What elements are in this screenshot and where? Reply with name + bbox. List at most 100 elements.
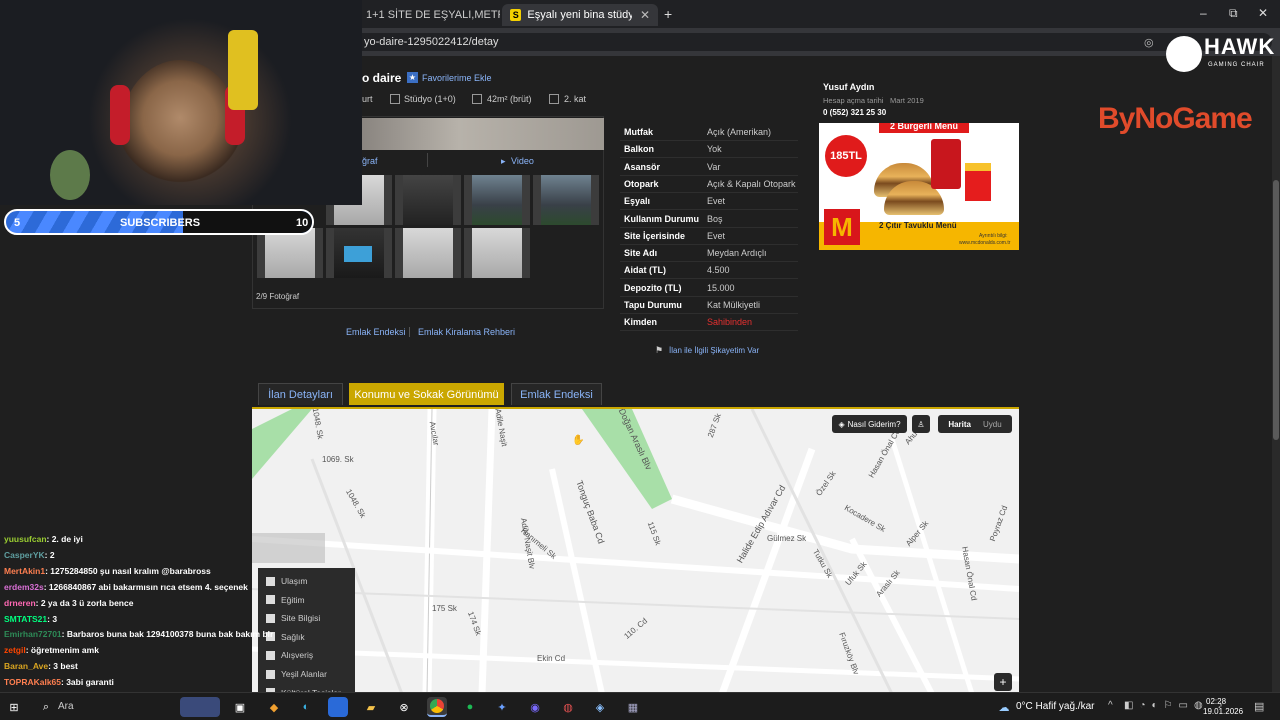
chat-text: : 2 [44,549,55,560]
add-favorite-link[interactable]: Favorilerime Ekle [422,73,492,83]
street-label: Ekin Cd [537,654,566,663]
legend-item[interactable]: Eğitim [266,595,305,605]
photo-thumbnail[interactable] [464,175,530,225]
chat-username[interactable]: MertAkin1 [4,566,45,576]
taskbar-search-input[interactable]: Ara [58,701,74,712]
tab-1[interactable]: 1+1 SİTE DE EŞYALI,METROBÜS ✕ [358,4,500,26]
chat-username[interactable]: CasperYK [4,550,45,560]
legend-item[interactable]: Ulaşım [266,576,307,586]
search-icon[interactable]: ⌕ [36,697,56,717]
detail-row: Kullanım Durumu Boş [620,211,798,228]
star-icon[interactable]: ★ [407,72,418,83]
edge-icon[interactable]: ◐ [296,697,316,717]
spotify-icon[interactable]: ● [460,697,480,717]
store-icon[interactable] [328,697,348,717]
sahibinden-favicon-icon: S [510,9,522,21]
chat-username[interactable]: TOPRAKalk65 [4,677,61,687]
xbox-icon[interactable]: ⊗ [394,697,414,717]
chat-username[interactable]: Emirhan72701 [4,629,62,639]
checkbox[interactable] [266,650,275,660]
headphone-image [110,85,130,145]
checkbox[interactable] [266,613,275,623]
street-view-pegman-icon[interactable]: ♙ [912,415,930,433]
directions-button[interactable]: ◈ Nasıl Giderim? [832,415,907,433]
tab-location-street-view[interactable]: Konumu ve Sokak Görünümü [349,383,504,405]
detail-key: Site İçerisinde [624,230,686,241]
tray-chevron-icon[interactable]: ^ [1108,700,1113,711]
chat-text: : Barbaros buna bak 1294100378 buna bak … [61,629,274,640]
chrome-icon[interactable] [427,697,447,717]
legend-item[interactable]: Alışveriş [266,650,313,660]
chat-text: : 1275284850 şu nasıl kralım @barabross [45,565,211,576]
map-type-satellite[interactable]: Uydu [983,420,1002,429]
tab-emlak-endeksi[interactable]: Emlak Endeksi [511,383,602,405]
video-tab[interactable]: Video [511,156,534,166]
emlak-endeksi-link[interactable]: Emlak Endeksi [346,327,406,337]
photo-thumbnail[interactable] [395,175,461,225]
scrollbar-thumb[interactable] [1273,180,1279,440]
chat-message: yuusufcan: 2. de iyi [4,534,83,544]
chat-username[interactable]: SMTATS21 [4,614,47,624]
chat-username[interactable]: zetgil [4,645,26,655]
detail-key: Kullanım Durumu [624,213,700,224]
subscriber-label: SUBSCRIBERS [120,217,201,229]
notification-icon[interactable]: ▤ [1254,700,1264,713]
photo-thumbnail[interactable] [464,228,530,278]
chat-username[interactable]: yuusufcan [4,534,47,544]
clock-date[interactable]: 19.01.2026 [1203,707,1243,716]
checkbox[interactable] [266,595,275,605]
complaint-link[interactable]: İlan ile İlgili Şikayetim Var [669,346,759,355]
photo-thumbnail[interactable] [395,228,461,278]
legend-item[interactable]: Site Bilgisi [266,613,320,623]
legend-label: Alışveriş [281,650,314,661]
weather-status[interactable]: 0°C Hafif yağ./kar [1016,701,1094,712]
tab-listing-details[interactable]: İlan Detayları [258,383,343,405]
steam-icon[interactable]: ◈ [590,697,610,717]
photo-thumbnail[interactable] [533,175,599,225]
folder-icon[interactable]: ▰ [361,697,381,717]
seller-name[interactable]: Yusuf Aydın [823,82,874,92]
discord-icon[interactable]: ◉ [525,697,545,717]
map-view[interactable]: 1048. Sk 1069. Sk 1048. Sk Avcılar Adile… [252,407,1019,692]
photo-thumbnail[interactable] [257,228,323,278]
subscriber-progress-remaining [183,211,312,233]
chat-username[interactable]: erdem32s [4,582,44,592]
app-icon[interactable]: ◆ [264,697,284,717]
close-window-button[interactable]: ✕ [1258,6,1268,20]
chat-username[interactable]: Baran_Ave [4,661,48,671]
maximize-button[interactable]: ⧉ [1229,6,1238,21]
photo-tab[interactable]: ğraf [362,156,378,166]
map-type-map[interactable]: Harita [948,420,971,429]
minimize-button[interactable]: – [1200,6,1207,20]
url-input[interactable]: yo-daire-1295022412/detay [352,33,1272,51]
widget-icon[interactable] [180,697,220,717]
streamer-person [120,60,240,205]
eye-off-icon[interactable]: ◎ [1144,36,1154,49]
street-label: 1069. Sk [322,455,354,464]
close-icon[interactable]: ✕ [640,8,650,22]
chat-text: : 2 ya da 3 ü zorla bence [35,597,134,608]
zoom-in-button[interactable]: + [994,673,1012,691]
calculator-icon[interactable]: ▦ [623,697,643,717]
checkbox[interactable] [266,669,275,679]
checkbox[interactable] [266,576,275,586]
chat-message: drneren: 2 ya da 3 ü zorla bence [4,598,133,608]
main-photo[interactable] [362,118,604,150]
tab-2[interactable]: S Eşyalı yeni bina stüdyo daire - S ✕ [502,4,658,26]
ad-site: www.mcdonalds.com.tr [959,240,1011,246]
weather-icon[interactable]: ☁ [994,697,1014,717]
detail-value: Var [707,161,721,172]
new-tab-button[interactable]: + [664,6,672,22]
rental-guide-link[interactable]: Emlak Kiralama Rehberi [418,327,515,337]
chat-text: : 2. de iyi [46,534,83,544]
windows-start-icon[interactable]: ⊞ [4,697,24,717]
task-view-icon[interactable]: ▣ [230,697,250,717]
advertisement-banner[interactable]: 2 Burgerli Menü 185TL M 2 Çıtır Tavuklu … [819,123,1019,250]
clock-time[interactable]: 02:28 [1206,697,1226,706]
app-icon[interactable]: ◍ [558,697,578,717]
app-icon[interactable]: ✦ [492,697,512,717]
legend-item[interactable]: Yeşil Alanlar [266,669,327,679]
photo-thumbnail[interactable] [326,228,392,278]
chat-username[interactable]: drneren [4,598,36,608]
detail-key: Depozito (TL) [624,282,682,293]
